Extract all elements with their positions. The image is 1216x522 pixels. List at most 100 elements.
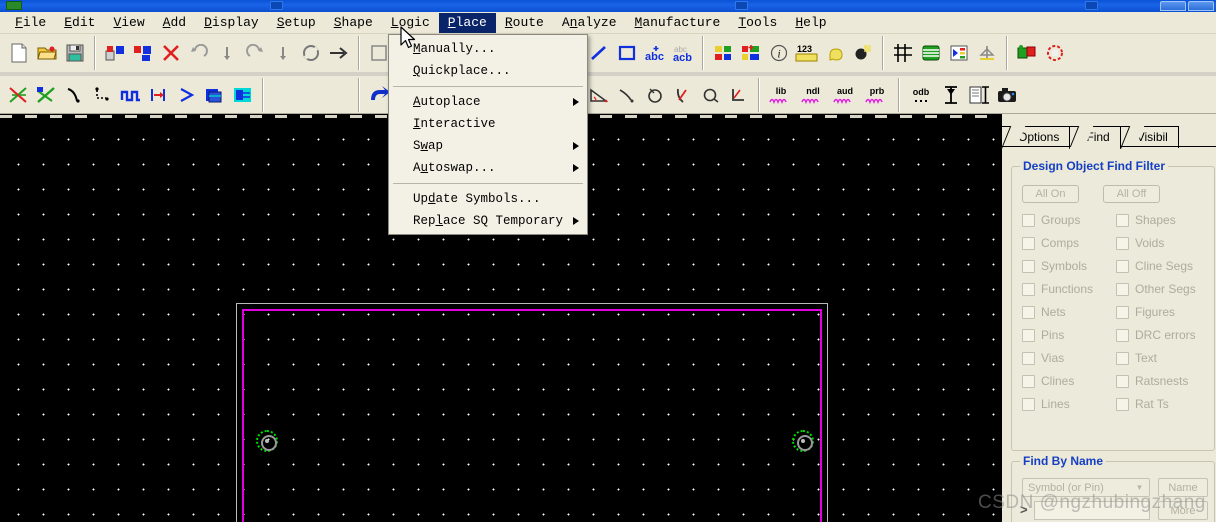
checkbox-functions[interactable]: Functions [1022,282,1116,296]
menu-edit[interactable]: Edit [55,13,104,33]
checkbox-symbols[interactable]: Symbols [1022,259,1116,273]
drc-icon[interactable] [1013,38,1041,68]
probe-icon[interactable] [937,80,965,110]
checkbox-cline-segs-box[interactable] [1116,259,1129,273]
checkbox-vias[interactable]: Vias [1022,351,1116,365]
drc-update-icon[interactable] [1041,38,1069,68]
checkbox-cline-segs[interactable]: Cline Segs [1116,259,1208,273]
menu-tools[interactable]: Tools [729,13,786,33]
redo-step-icon[interactable] [269,38,297,68]
prb-signal-icon[interactable]: prb [861,80,893,110]
checkbox-voids-box[interactable] [1116,236,1129,250]
color-add-icon[interactable] [737,38,765,68]
checkbox-groups-box[interactable] [1022,213,1035,227]
add-text-icon[interactable]: abc [641,38,669,68]
save-icon[interactable] [61,38,89,68]
delete-icon[interactable] [157,38,185,68]
menu-item-replace-sq-temporary[interactable]: Rep l ace SQ Temporary [389,210,587,232]
menu-place[interactable]: Place [438,12,496,33]
dehighlight-icon[interactable] [849,38,877,68]
undo-step-icon[interactable] [213,38,241,68]
copy-icon[interactable] [101,38,129,68]
maximize-button[interactable] [1188,1,1214,11]
menu-display[interactable]: Display [195,13,268,33]
open-folder-icon[interactable] [33,38,61,68]
menu-analyze[interactable]: Analyze [553,13,626,33]
menu-item-update-symbols[interactable]: Up d ate Symbols... [389,188,587,210]
all-off-button[interactable]: All Off [1103,185,1160,203]
minimize-button[interactable] [1160,1,1186,11]
dim-edit-icon[interactable] [725,80,753,110]
checkbox-groups[interactable]: Groups [1022,213,1116,227]
grid-icon[interactable] [889,38,917,68]
dim-diameter-icon[interactable] [641,80,669,110]
mounting-hole-top-left[interactable] [256,430,278,452]
delay-tune-icon[interactable] [117,80,145,110]
checkbox-symbols-box[interactable] [1022,259,1035,273]
checkbox-clines-box[interactable] [1022,374,1035,388]
checkbox-comps-box[interactable] [1022,236,1035,250]
custom-smooth-icon[interactable] [145,80,173,110]
checkbox-ratsnests[interactable]: Ratsnests [1116,374,1208,388]
odb-export-icon[interactable]: odb [905,80,937,110]
checkbox-vias-box[interactable] [1022,351,1035,365]
all-on-button[interactable]: All On [1022,185,1079,203]
checkbox-comps[interactable]: Comps [1022,236,1116,250]
camera-icon[interactable] [993,80,1021,110]
menu-item-interactive[interactable]: Interactive [389,113,587,135]
aud-signal-icon[interactable]: aud [829,80,861,110]
menu-item-autoswap[interactable]: Au toswap... [389,157,587,179]
mounting-hole-top-right[interactable] [792,430,814,452]
dim-chamfer-icon[interactable] [697,80,725,110]
checkbox-pins-box[interactable] [1022,328,1035,342]
checkbox-voids[interactable]: Voids [1116,236,1208,250]
checkbox-rat-ts[interactable]: Rat Ts [1116,397,1208,411]
rectangle-icon[interactable] [613,38,641,68]
menu-logic[interactable]: Logic [382,13,439,33]
checkbox-functions-box[interactable] [1022,282,1035,296]
constraints-icon[interactable] [973,38,1001,68]
menu-view[interactable]: View [104,13,153,33]
copy-route-icon[interactable] [201,80,229,110]
menu-item-swap[interactable]: Sw ap [389,135,587,157]
menu-manufacture[interactable]: Manufacture [626,13,730,33]
menu-item-quickplace[interactable]: Quickplace... [389,60,587,82]
checkbox-figures[interactable]: Figures [1116,305,1208,319]
ndl-signal-icon[interactable]: ndl [797,80,829,110]
info-icon[interactable]: i [765,38,793,68]
checkbox-shapes[interactable]: Shapes [1116,213,1208,227]
unroute-icon[interactable] [5,80,33,110]
probe-report-icon[interactable] [965,80,993,110]
menu-shape[interactable]: Shape [325,13,382,33]
menu-item-manually[interactable]: Manually... [389,38,587,60]
checkbox-other-segs[interactable]: Other Segs [1116,282,1208,296]
undo-icon[interactable] [185,38,213,68]
fanout-icon[interactable] [229,80,257,110]
change-text-icon[interactable]: abc acb [669,38,697,68]
checkbox-ratsnests-box[interactable] [1116,374,1129,388]
color-palette-icon[interactable] [709,38,737,68]
menu-item-autoplace[interactable]: Autoplace [389,91,587,113]
dim-radius-icon[interactable] [669,80,697,110]
menu-help[interactable]: Help [786,13,835,33]
add-connect-icon[interactable] [61,80,89,110]
checkbox-other-segs-box[interactable] [1116,282,1129,296]
dim-angular-icon[interactable] [585,80,613,110]
lib-signal-icon[interactable]: lib [765,80,797,110]
menu-file[interactable]: File [6,13,55,33]
tab-visibility[interactable]: Visibil [1120,126,1179,148]
route-icon[interactable] [33,80,61,110]
menu-setup[interactable]: Setup [268,13,325,33]
move-icon[interactable] [325,38,353,68]
checkbox-figures-box[interactable] [1116,305,1129,319]
highlight-icon[interactable] [821,38,849,68]
tab-options[interactable]: Options [1002,126,1071,148]
checkbox-shapes-box[interactable] [1116,213,1129,227]
dim-leader-icon[interactable] [613,80,641,110]
new-file-icon[interactable] [5,38,33,68]
checkbox-lines[interactable]: Lines [1022,397,1116,411]
layers-icon[interactable] [917,38,945,68]
checkbox-clines[interactable]: Clines [1022,374,1116,388]
paste-icon[interactable] [129,38,157,68]
subclass-icon[interactable] [945,38,973,68]
